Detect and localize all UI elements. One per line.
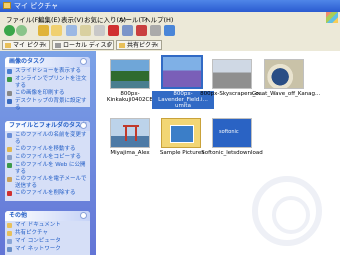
- folder-icon: [7, 223, 12, 228]
- chevron-up-icon[interactable]: [80, 122, 87, 129]
- picture-tasks-panel: 画像のタスク スライドショーを表示する オンラインでプリントを注文する この画像…: [5, 57, 90, 111]
- copy-icon: [7, 155, 12, 160]
- file-tasks-panel: ファイルとフォルダのタスク このファイルの名前を変更する このファイルを移動する…: [5, 121, 90, 201]
- task-label: スライドショーを表示する: [15, 68, 82, 74]
- globe-icon: [7, 163, 12, 168]
- task-order-prints[interactable]: オンラインでプリントを注文する: [5, 76, 90, 89]
- globe-icon: [7, 77, 12, 82]
- cut-icon[interactable]: [136, 25, 147, 36]
- task-label: このファイルを Web に公開する: [15, 162, 86, 175]
- move-to-icon[interactable]: [94, 25, 105, 36]
- thumbnail-miyajima: [110, 118, 150, 148]
- panel-header[interactable]: ファイルとフォルダのタスク: [5, 121, 90, 131]
- folders-icon[interactable]: [80, 25, 91, 36]
- task-slideshow[interactable]: スライドショーを表示する: [5, 68, 90, 75]
- window-title: マイ ピクチャ: [14, 2, 59, 10]
- place-my-documents[interactable]: マイ ドキュメント: [5, 222, 90, 229]
- close-icon[interactable]: ×: [106, 41, 111, 51]
- rename-icon: [7, 133, 12, 138]
- task-pane: 画像のタスク スライドショーを表示する オンラインでプリントを注文する この画像…: [0, 51, 96, 255]
- task-label: このファイルの名前を変更する: [15, 132, 87, 145]
- folder-icon: [161, 118, 201, 148]
- task-publish-web[interactable]: このファイルを Web に公開する: [5, 162, 90, 175]
- delete-icon: [7, 191, 12, 196]
- task-label: オンラインでプリントを注文する: [15, 76, 87, 89]
- folder-icon: [119, 43, 125, 48]
- other-places-panel: その他 マイ ドキュメント 共有ピクチャ マイ コンピュータ マイ ネットワーク: [5, 211, 90, 255]
- file-name: Great_Wave_off_Kanag...: [252, 91, 321, 97]
- tab-local-disk[interactable]: ローカル ディスク (C:) ×: [52, 40, 114, 59]
- tab-shared-pictures[interactable]: 共有ピクチャ ×: [116, 40, 162, 59]
- close-icon[interactable]: ×: [154, 41, 159, 51]
- place-label: マイ コンピュータ: [15, 238, 61, 244]
- drive-icon: [55, 43, 61, 48]
- thumbnail-kinkakuji: [110, 59, 150, 89]
- panel-header[interactable]: 画像のタスク: [5, 57, 90, 67]
- place-my-computer[interactable]: マイ コンピュータ: [5, 238, 90, 245]
- folder-icon: [7, 231, 12, 236]
- task-email[interactable]: このファイルを電子メールで送信する: [5, 176, 90, 189]
- torii-pillar-icon: [135, 127, 137, 141]
- folder-icon: [3, 2, 11, 9]
- copy-to-icon[interactable]: [122, 25, 133, 36]
- thumbnail-softonic: softonic: [212, 118, 252, 148]
- task-delete[interactable]: このファイルを削除する: [5, 190, 90, 197]
- softonic-logo: softonic: [219, 129, 239, 135]
- close-icon[interactable]: ×: [42, 41, 47, 51]
- task-label: このファイルを削除する: [15, 190, 76, 196]
- delete-icon[interactable]: [108, 25, 119, 36]
- task-label: このファイルを電子メールで送信する: [15, 176, 87, 189]
- views-icon[interactable]: [164, 25, 175, 36]
- task-label: このファイルを移動する: [15, 146, 76, 152]
- folder-icon: [5, 43, 11, 48]
- title-bar[interactable]: マイ ピクチャ: [0, 0, 340, 12]
- thumbnail-lavender: [161, 55, 203, 89]
- forward-icon[interactable]: [16, 25, 27, 36]
- watermark-decoration: [252, 176, 322, 246]
- search-icon[interactable]: [66, 25, 77, 36]
- windows-logo-icon: [326, 12, 338, 23]
- folder-up-icon[interactable]: [51, 25, 62, 36]
- network-icon: [7, 247, 12, 252]
- panel-title: その他: [9, 212, 28, 219]
- panel-title: ファイルとフォルダのタスク: [9, 122, 88, 129]
- file-name: Softonic_letsdownload: [201, 150, 263, 156]
- place-label: マイ ネットワーク: [15, 246, 61, 252]
- task-copy[interactable]: このファイルをコピーする: [5, 154, 90, 161]
- torii-pillar-icon: [125, 127, 127, 141]
- toolbar: [0, 23, 340, 40]
- star-icon[interactable]: [38, 25, 49, 36]
- task-rename[interactable]: このファイルの名前を変更する: [5, 132, 90, 145]
- task-label: デスクトップの背景に設定する: [15, 98, 87, 111]
- task-set-background[interactable]: デスクトップの背景に設定する: [5, 98, 90, 111]
- panel-title: 画像のタスク: [9, 58, 46, 65]
- folder-preview-icon: [170, 125, 194, 143]
- tab-my-pictures[interactable]: マイ ピクチャ ×: [2, 40, 50, 59]
- chevron-up-icon[interactable]: [80, 58, 87, 65]
- panel-header[interactable]: その他: [5, 211, 90, 221]
- place-my-network[interactable]: マイ ネットワーク: [5, 246, 90, 253]
- thumbnail-great-wave: [264, 59, 304, 89]
- desktop-icon: [7, 99, 12, 104]
- chevron-up-icon[interactable]: [80, 212, 87, 219]
- computer-icon: [7, 239, 12, 244]
- back-icon[interactable]: [4, 25, 15, 36]
- envelope-icon: [7, 177, 12, 182]
- thumbnail-skyscrapers: [212, 59, 252, 89]
- task-move[interactable]: このファイルを移動する: [5, 146, 90, 153]
- place-label: 共有ピクチャ: [15, 230, 48, 236]
- undo-icon[interactable]: [150, 25, 161, 36]
- task-print[interactable]: この画像を印刷する: [5, 90, 90, 97]
- move-icon: [7, 147, 12, 152]
- task-label: このファイルをコピーする: [15, 154, 82, 160]
- task-label: この画像を印刷する: [15, 90, 65, 96]
- slideshow-icon: [7, 69, 12, 74]
- printer-icon: [7, 91, 12, 96]
- place-label: マイ ドキュメント: [15, 222, 61, 228]
- place-shared-pictures[interactable]: 共有ピクチャ: [5, 230, 90, 237]
